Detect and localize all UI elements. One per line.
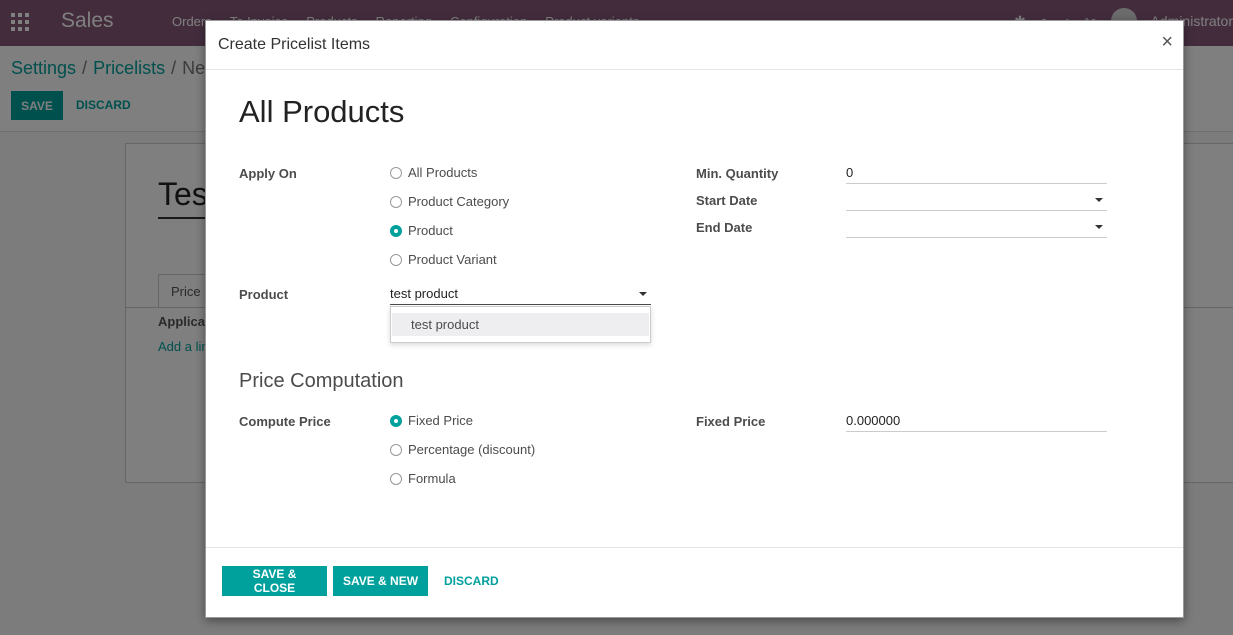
radio-label: Fixed Price <box>408 413 474 428</box>
autocomplete-option[interactable]: test product <box>392 313 649 336</box>
create-pricelist-items-dialog: Create Pricelist Items × All Products Ap… <box>205 20 1184 618</box>
start-date-input[interactable] <box>846 189 1107 211</box>
save-new-button[interactable]: SAVE & NEW <box>333 566 428 596</box>
radio-label: Product Variant <box>408 252 497 267</box>
radio-label: Product <box>408 223 453 238</box>
radio-label: All Products <box>408 165 478 180</box>
modal-title: Create Pricelist Items <box>218 36 371 53</box>
save-close-button[interactable]: SAVE & CLOSE <box>222 566 327 596</box>
radio-checked-icon[interactable] <box>390 224 402 237</box>
product-autocomplete-dropdown: test product <box>390 306 651 343</box>
chevron-down-icon[interactable] <box>639 292 647 296</box>
fixed-price-label: Fixed Price <box>696 414 766 429</box>
radio-icon[interactable] <box>390 443 402 456</box>
radio-icon[interactable] <box>390 166 402 179</box>
radio-label: Percentage (discount) <box>408 442 536 457</box>
radio-label: Formula <box>408 471 456 486</box>
apply-on-all-products[interactable]: All Products <box>390 165 477 180</box>
compute-price-percentage[interactable]: Percentage (discount) <box>390 442 535 457</box>
close-icon[interactable]: × <box>1161 32 1173 52</box>
compute-price-fixed[interactable]: Fixed Price <box>390 413 473 428</box>
compute-price-label: Compute Price <box>239 414 331 429</box>
product-value: test product <box>390 286 458 301</box>
product-input[interactable]: test product <box>390 283 651 305</box>
radio-label: Product Category <box>408 194 510 209</box>
compute-price-formula[interactable]: Formula <box>390 471 456 486</box>
apply-on-product-variant[interactable]: Product Variant <box>390 252 497 267</box>
fixed-price-input[interactable]: 0.000000 <box>846 410 1107 432</box>
end-date-label: End Date <box>696 220 753 235</box>
radio-checked-icon[interactable] <box>390 414 402 427</box>
apply-on-product-category[interactable]: Product Category <box>390 194 509 209</box>
modal-header: Create Pricelist Items × <box>206 21 1183 70</box>
radio-icon[interactable] <box>390 253 402 266</box>
min-quantity-label: Min. Quantity <box>696 166 779 181</box>
modal-body: All Products Apply On All Products Produ… <box>206 70 1183 547</box>
modal-footer: SAVE & CLOSE SAVE & NEW DISCARD <box>206 547 1183 617</box>
apply-on-label: Apply On <box>239 166 297 181</box>
min-quantity-input[interactable]: 0 <box>846 162 1107 184</box>
product-label: Product <box>239 287 289 302</box>
fixed-price-value: 0.000000 <box>846 413 901 428</box>
chevron-down-icon[interactable] <box>1095 198 1103 202</box>
min-quantity-value: 0 <box>846 165 854 180</box>
apply-on-product[interactable]: Product <box>390 223 453 238</box>
chevron-down-icon[interactable] <box>1095 225 1103 229</box>
record-title: All Products <box>239 94 405 129</box>
end-date-input[interactable] <box>846 216 1107 238</box>
radio-icon[interactable] <box>390 472 402 485</box>
start-date-label: Start Date <box>696 193 758 208</box>
price-computation-heading: Price Computation <box>239 370 404 392</box>
radio-icon[interactable] <box>390 195 402 208</box>
discard-dialog-button[interactable]: DISCARD <box>444 574 499 588</box>
